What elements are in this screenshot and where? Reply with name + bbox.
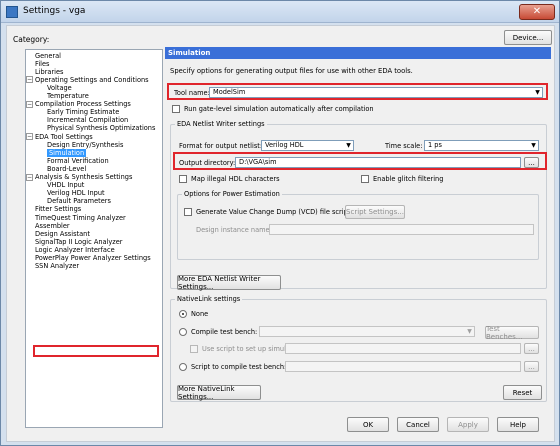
title-bar: Settings - vga ✕ [1, 1, 559, 23]
tree-item[interactable]: PowerPlay Power Analyzer Settings [35, 254, 151, 262]
help-button[interactable]: Help [497, 417, 539, 432]
eda-netlist-group-title: EDA Netlist Writer settings [175, 120, 267, 128]
script-settings-button[interactable]: Script Settings... [345, 205, 405, 219]
tree-item[interactable]: Simulation [47, 148, 87, 157]
close-button[interactable]: ✕ [519, 4, 555, 20]
use-script-browse-button[interactable]: ... [524, 343, 539, 354]
tree-item[interactable]: General [35, 52, 61, 60]
tree-item[interactable]: Design Entry/Synthesis [47, 141, 123, 149]
none-label: None [191, 310, 209, 318]
format-value: Verilog HDL [265, 141, 304, 149]
run-gate-level-checkbox[interactable] [172, 105, 180, 113]
tree-item[interactable]: Libraries [35, 68, 63, 76]
script-compile-test-bench-label: Script to compile test bench: [191, 363, 287, 371]
chevron-down-icon: ▼ [346, 142, 351, 149]
tree-item[interactable]: EDA Tool Settings [35, 133, 93, 141]
tree-collapse-icon[interactable]: − [26, 173, 33, 181]
chevron-down-icon: ▼ [531, 142, 536, 149]
apply-button[interactable]: Apply [447, 417, 489, 432]
output-directory-browse-button[interactable]: ... [524, 157, 539, 168]
tool-name-select[interactable]: ModelSim ▼ [209, 87, 543, 98]
enable-glitch-filtering-label: Enable glitch filtering [373, 175, 444, 183]
time-scale-value: 1 ps [428, 141, 442, 149]
compile-test-bench-label: Compile test bench: [191, 328, 258, 336]
time-scale-label: Time scale: [385, 142, 423, 150]
script-compile-browse-button[interactable]: ... [524, 361, 539, 372]
enable-glitch-filtering-checkbox[interactable] [361, 175, 369, 183]
tree-item[interactable]: VHDL Input [47, 181, 84, 189]
more-nativelink-settings-button[interactable]: More NativeLink Settings... [177, 385, 261, 401]
script-compile-test-bench-radio[interactable] [179, 363, 187, 371]
simulation-panel: Simulation Specify options for generatin… [165, 47, 551, 430]
tree-item[interactable]: Files [35, 60, 49, 68]
tree-item[interactable]: Verilog HDL Input [47, 189, 105, 197]
category-tree[interactable]: General Files Libraries − Operating Settings… [25, 49, 163, 428]
tree-item[interactable]: Fitter Settings [35, 205, 81, 213]
tree-collapse-icon[interactable]: − [26, 133, 33, 140]
map-illegal-hdl-label: Map illegal HDL characters [191, 175, 280, 183]
compile-test-bench-radio[interactable] [179, 328, 187, 336]
design-instance-input[interactable] [269, 224, 534, 235]
tree-item[interactable]: SignalTap II Logic Analyzer [35, 238, 123, 246]
use-script-checkbox[interactable] [190, 345, 198, 353]
tree-item[interactable]: Default Parameters [47, 197, 111, 205]
tree-item[interactable]: Assembler [35, 222, 70, 230]
app-icon [6, 6, 18, 18]
generate-vcd-label: Generate Value Change Dump (VCD) file sc… [196, 208, 351, 216]
category-label: Category: [13, 35, 50, 44]
more-eda-netlist-settings-button[interactable]: More EDA Netlist Writer Settings... [177, 275, 281, 291]
power-estimation-group-title: Options for Power Estimation [182, 190, 282, 198]
window-title: Settings - vga [23, 6, 86, 16]
design-instance-label: Design instance name: [196, 226, 272, 234]
chevron-down-icon: ▼ [467, 328, 472, 335]
tool-name-value: ModelSim [213, 88, 246, 96]
tree-item[interactable]: Board-Level [47, 165, 86, 173]
tree-collapse-icon[interactable]: − [26, 76, 33, 84]
output-directory-input[interactable]: D:\VGA\sim [235, 157, 521, 168]
run-gate-level-label: Run gate-level simulation automatically … [184, 105, 374, 113]
format-select[interactable]: Verilog HDL ▼ [261, 140, 354, 151]
time-scale-select[interactable]: 1 ps ▼ [424, 140, 539, 151]
section-header: Simulation [165, 47, 551, 59]
use-script-input[interactable] [285, 343, 521, 354]
tree-item[interactable]: Formal Verification [47, 157, 109, 165]
output-directory-label: Output directory: [179, 159, 236, 167]
map-illegal-hdl-checkbox[interactable] [179, 175, 187, 183]
dialog-body: Category: Device... General Files Librarie… [6, 25, 555, 442]
tree-item[interactable]: Voltage [47, 84, 72, 92]
tree-item[interactable]: TimeQuest Timing Analyzer [35, 214, 126, 222]
reset-button[interactable]: Reset [503, 385, 542, 400]
chevron-down-icon: ▼ [535, 89, 540, 96]
tree-item[interactable]: Physical Synthesis Optimizations [47, 124, 155, 132]
tree-item[interactable]: Early Timing Estimate [47, 108, 119, 116]
nativelink-group-title: NativeLink settings [175, 295, 243, 303]
description-text: Specify options for generating output fi… [170, 67, 413, 75]
script-compile-test-bench-input[interactable] [285, 361, 521, 372]
device-button[interactable]: Device... [504, 30, 552, 45]
format-label: Format for output netlist: [179, 142, 263, 150]
tree-item[interactable]: Operating Settings and Conditions [35, 76, 149, 84]
tree-item[interactable]: Design Assistant [35, 230, 90, 238]
tree-item[interactable]: Temperature [47, 92, 89, 100]
tree-item[interactable]: Incremental Compilation [47, 116, 128, 124]
tree-item[interactable]: Compilation Process Settings [35, 100, 131, 108]
tool-name-label: Tool name: [174, 89, 210, 97]
test-benches-button[interactable]: Test Benches... [485, 325, 539, 341]
settings-window: Settings - vga ✕ Category: Device... Gen… [0, 0, 560, 446]
tree-item[interactable]: Logic Analyzer Interface [35, 246, 115, 254]
none-radio[interactable] [179, 310, 187, 318]
tree-collapse-icon[interactable]: − [26, 100, 33, 108]
cancel-button[interactable]: Cancel [397, 417, 439, 432]
tree-item[interactable]: SSN Analyzer [35, 262, 79, 270]
ok-button[interactable]: OK [347, 417, 389, 432]
tree-item[interactable]: Analysis & Synthesis Settings [35, 173, 132, 181]
generate-vcd-checkbox[interactable] [184, 208, 192, 216]
compile-test-bench-select[interactable]: ▼ [259, 326, 475, 337]
